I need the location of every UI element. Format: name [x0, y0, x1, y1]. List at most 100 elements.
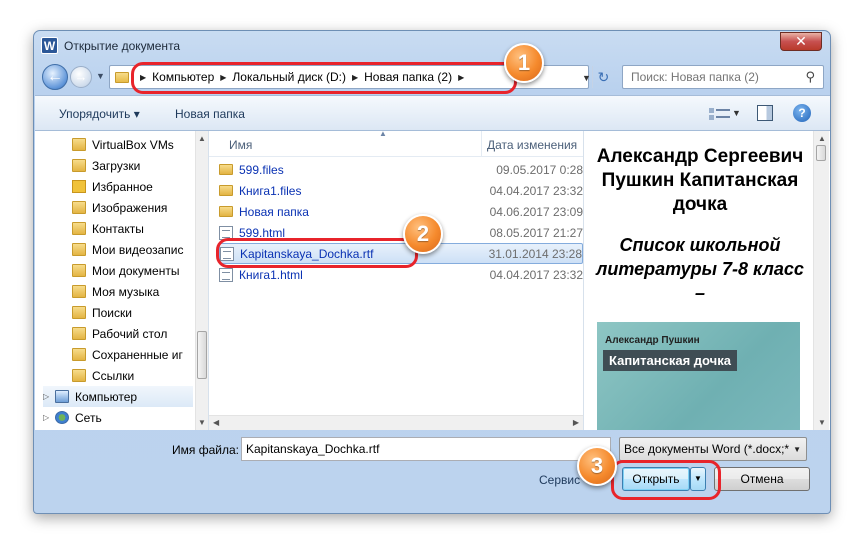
- sidebar-item-computer[interactable]: ▷ Компьютер: [43, 386, 193, 407]
- file-date: 04.04.2017 23:32: [489, 183, 583, 198]
- folder-icon: [219, 185, 233, 196]
- close-button[interactable]: ✕: [780, 32, 822, 51]
- cover-author: Александр Пушкин: [605, 335, 700, 346]
- music-folder-icon: [72, 285, 86, 298]
- navigation-pane: VirtualBox VMs Загрузки Избранное Изобра…: [35, 131, 209, 430]
- sidebar-item-videos[interactable]: Мои видеозапис: [72, 239, 184, 260]
- window-title: Открытие документа: [64, 39, 181, 53]
- file-list-hscrollbar[interactable]: ◀ ▶: [209, 415, 583, 430]
- folder-icon: [219, 206, 233, 217]
- sidebar-item-label: Мои видеозапис: [92, 242, 184, 257]
- open-document-dialog: W Открытие документа ✕ ← → ▼ ▶ Компьютер…: [33, 30, 831, 514]
- preview-book-cover: Александр Пушкин Капитанская дочка: [597, 322, 800, 430]
- sidebar-item-label: Мои документы: [92, 263, 180, 278]
- word-app-icon: W: [41, 37, 58, 54]
- expand-icon[interactable]: ▷: [43, 392, 52, 401]
- preview-title: Александр Сергеевич Пушкин Капитанская д…: [596, 146, 804, 215]
- sidebar-item-label: Сеть: [75, 410, 102, 425]
- preview-scrollbar[interactable]: ▲ ▼: [813, 131, 829, 430]
- search-box[interactable]: ⚲: [622, 65, 824, 89]
- file-highlight: [216, 238, 418, 268]
- desktop-folder-icon: [72, 327, 86, 340]
- network-icon: [55, 411, 69, 424]
- view-dropdown-icon[interactable]: ▼: [732, 108, 741, 118]
- sidebar-item-label: VirtualBox VMs: [92, 137, 174, 152]
- sidebar-item-searches[interactable]: Поиски: [72, 302, 132, 323]
- folder-icon: [219, 164, 233, 175]
- sidebar-item-saved-games[interactable]: Сохраненные иг: [72, 344, 183, 365]
- chevron-down-icon[interactable]: ▼: [793, 445, 801, 454]
- searches-folder-icon: [72, 306, 86, 319]
- file-name: 599.files: [239, 162, 284, 177]
- history-dropdown-icon[interactable]: ▼: [96, 71, 105, 81]
- expand-icon[interactable]: ▷: [43, 413, 52, 422]
- filename-input[interactable]: [241, 437, 611, 461]
- new-folder-button[interactable]: Новая папка: [175, 107, 245, 121]
- sidebar-item-label: Моя музыка: [92, 284, 160, 299]
- sidebar-item-contacts[interactable]: Контакты: [72, 218, 144, 239]
- file-date: 08.05.2017 21:27: [489, 225, 583, 240]
- scroll-right-icon[interactable]: ▶: [573, 418, 579, 427]
- file-name: Новая папка: [239, 204, 309, 219]
- help-icon[interactable]: ?: [793, 104, 811, 122]
- scroll-down-icon[interactable]: ▼: [198, 418, 206, 427]
- sidebar-item-downloads[interactable]: Загрузки: [72, 155, 140, 176]
- favorites-icon: [72, 180, 86, 193]
- callout-badge-2: 2: [403, 214, 443, 254]
- sidebar-item-music[interactable]: Моя музыка: [72, 281, 159, 302]
- file-name: Книга1.html: [239, 267, 303, 282]
- refresh-icon[interactable]: ↻: [592, 66, 614, 88]
- preview-subtitle: Список школьной литературы 7-8 класс –: [596, 235, 804, 303]
- scroll-up-icon[interactable]: ▲: [818, 134, 826, 143]
- sort-ascending-icon: ▲: [379, 131, 387, 138]
- address-dropdown-icon[interactable]: ▼: [582, 73, 591, 83]
- column-divider[interactable]: [481, 131, 482, 157]
- open-button-highlight: [611, 460, 721, 500]
- sidebar-item-label: Избранное: [92, 179, 153, 194]
- scroll-down-icon[interactable]: ▼: [818, 418, 826, 427]
- forward-button[interactable]: →: [70, 66, 92, 88]
- cover-title: Капитанская дочка: [603, 350, 737, 371]
- search-icon: ⚲: [805, 69, 815, 84]
- callout-badge-1: 1: [504, 43, 544, 83]
- folder-icon: [115, 72, 129, 83]
- preview-pane-icon[interactable]: [757, 105, 773, 121]
- file-list: ▲ Имя Дата изменения 599.files 09.05.2017…: [209, 131, 583, 430]
- file-row[interactable]: Книга1.files 04.04.2017 23:32: [219, 180, 583, 201]
- organize-button[interactable]: Упорядочить ▾: [59, 107, 140, 121]
- sidebar-item-links[interactable]: Ссылки: [72, 365, 134, 386]
- file-type-select[interactable]: Все документы Word (*.docx;* ▼: [619, 437, 807, 461]
- preview-pane: Александр Сергеевич Пушкин Капитанская д…: [583, 131, 830, 430]
- scroll-up-icon[interactable]: ▲: [198, 134, 206, 143]
- sidebar-item-favorites[interactable]: Избранное: [72, 176, 153, 197]
- column-date-header[interactable]: Дата изменения: [487, 138, 577, 152]
- sidebar-item-label: Ссылки: [92, 368, 135, 383]
- scroll-thumb[interactable]: [816, 145, 826, 161]
- tools-menu[interactable]: Сервис: [539, 473, 580, 487]
- scroll-left-icon[interactable]: ◀: [213, 418, 219, 427]
- links-folder-icon: [72, 369, 86, 382]
- file-name: Книга1.files: [239, 183, 302, 198]
- file-date: 04.06.2017 23:09: [489, 204, 583, 219]
- sidebar-item-virtualbox[interactable]: VirtualBox VMs: [72, 134, 174, 155]
- sidebar-item-desktop[interactable]: Рабочий стол: [72, 323, 167, 344]
- pictures-folder-icon: [72, 201, 86, 214]
- sidebar-item-documents[interactable]: Мои документы: [72, 260, 179, 281]
- sidebar-item-label: Сохраненные иг: [92, 347, 183, 362]
- file-date: 04.04.2017 23:32: [489, 267, 583, 282]
- file-date: 31.01.2014 23:28: [488, 246, 582, 261]
- nav-scrollbar[interactable]: ▲ ▼: [195, 131, 208, 430]
- sidebar-item-pictures[interactable]: Изображения: [72, 197, 167, 218]
- search-input[interactable]: [631, 70, 791, 84]
- videos-folder-icon: [72, 243, 86, 256]
- sidebar-item-network[interactable]: ▷ Сеть: [43, 407, 102, 428]
- sidebar-item-label: Контакты: [92, 221, 144, 236]
- back-button[interactable]: ←: [42, 64, 68, 90]
- cancel-button[interactable]: Отмена: [714, 467, 810, 491]
- folder-icon: [72, 138, 86, 151]
- computer-icon: [55, 390, 69, 403]
- file-row[interactable]: Новая папка 04.06.2017 23:09: [219, 201, 583, 222]
- file-row[interactable]: 599.files 09.05.2017 0:28: [219, 159, 583, 180]
- column-name-header[interactable]: Имя: [229, 138, 252, 152]
- scroll-thumb[interactable]: [197, 331, 207, 379]
